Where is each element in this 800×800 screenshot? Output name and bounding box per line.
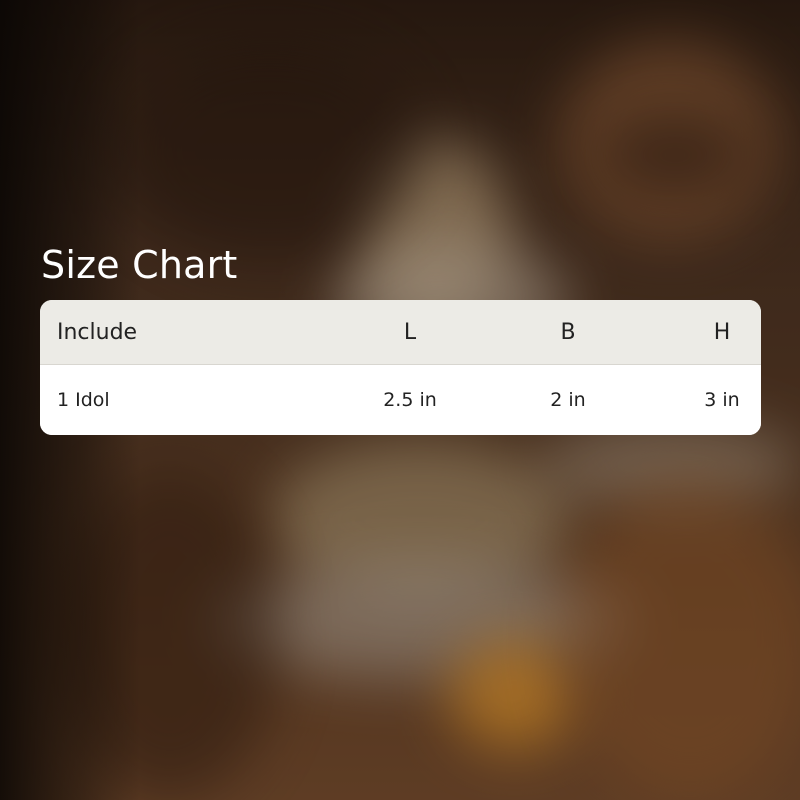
- cell-breadth: 2 in: [550, 389, 586, 411]
- size-chart-table: Include L B H 1 Idol 2.5 in 2 in 3 in: [40, 300, 761, 435]
- column-header-length: L: [403, 319, 417, 345]
- cell-length: 2.5 in: [383, 389, 437, 411]
- page-title: Size Chart: [41, 243, 238, 287]
- table-header-row: Include L B H: [40, 300, 761, 365]
- column-header-breadth: B: [560, 319, 576, 345]
- cell-include: 1 Idol: [57, 389, 110, 411]
- table-row: 1 Idol 2.5 in 2 in 3 in: [40, 365, 761, 435]
- cell-height: 3 in: [704, 389, 740, 411]
- column-header-include: Include: [57, 319, 138, 345]
- column-header-height: H: [713, 319, 731, 345]
